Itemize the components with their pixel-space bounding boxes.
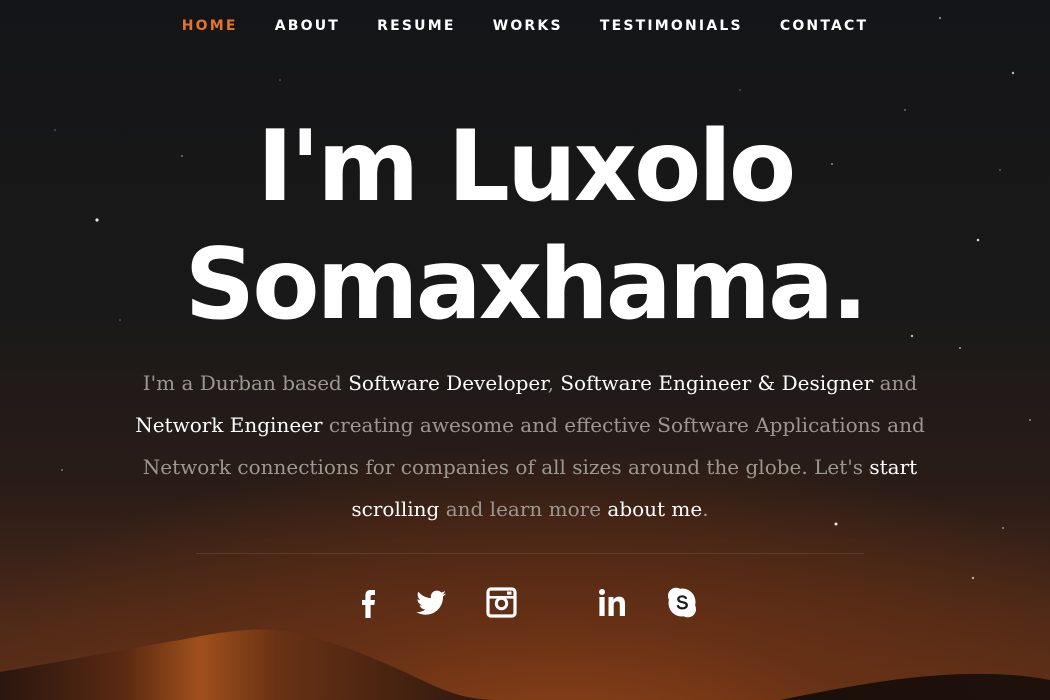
nav-resume[interactable]: RESUME xyxy=(377,18,456,34)
linkedin-icon xyxy=(599,589,625,616)
nav-contact[interactable]: CONTACT xyxy=(780,18,868,34)
twitter-link[interactable] xyxy=(411,582,451,622)
instagram-link[interactable] xyxy=(481,582,521,622)
nav-works[interactable]: WORKS xyxy=(493,18,563,34)
intro-text: and xyxy=(873,371,918,395)
intro-text: and learn more xyxy=(439,497,608,521)
hero-headline: I'm Luxolo Somaxhama. xyxy=(0,108,1050,344)
intro-text: , xyxy=(547,371,561,395)
social-links xyxy=(0,582,1050,622)
intro-text: . xyxy=(702,497,709,521)
skype-link[interactable] xyxy=(662,582,702,622)
intro-highlight-software-engineer: Software Engineer & Designer xyxy=(560,371,874,395)
headline-line-1: I'm Luxolo xyxy=(256,110,796,224)
nav-testimonials[interactable]: TESTIMONIALS xyxy=(600,18,743,34)
headline-line-2: Somaxhama. xyxy=(184,228,869,342)
intro-highlight-network-engineer: Network Engineer xyxy=(135,413,323,437)
hero-divider xyxy=(196,553,864,554)
instagram-icon xyxy=(486,587,517,618)
nav-about[interactable]: ABOUT xyxy=(275,18,340,34)
intro-text: I'm a Durban based xyxy=(142,371,349,395)
skype-icon xyxy=(668,587,696,618)
intro-highlight-software-developer: Software Developer xyxy=(348,371,548,395)
twitter-icon xyxy=(416,590,446,615)
facebook-icon xyxy=(362,590,375,618)
nav-home[interactable]: HOME xyxy=(182,18,238,34)
facebook-link[interactable] xyxy=(348,582,388,622)
main-navigation: HOME ABOUT RESUME WORKS TESTIMONIALS CON… xyxy=(0,18,1050,34)
about-me-link[interactable]: about me xyxy=(607,497,702,521)
hero-intro: I'm a Durban based Software Developer, S… xyxy=(135,362,925,530)
linkedin-link[interactable] xyxy=(593,582,633,622)
